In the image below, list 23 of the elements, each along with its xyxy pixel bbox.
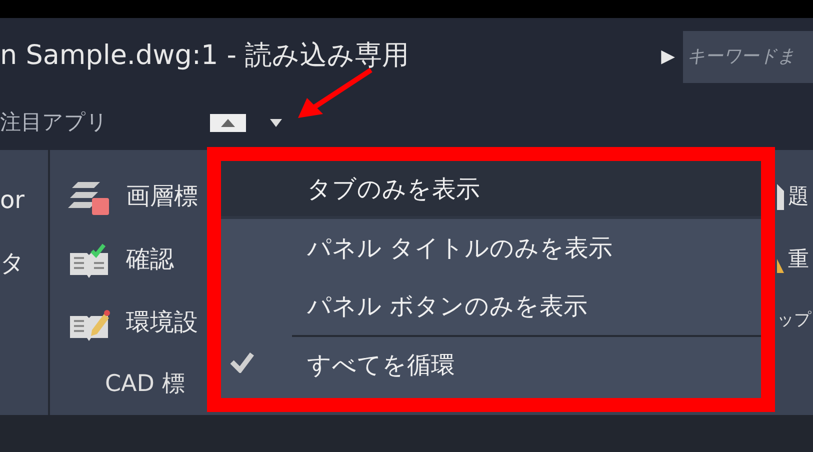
panel-title: ップ bbox=[777, 309, 812, 332]
dropdown-caret-icon[interactable] bbox=[270, 118, 282, 126]
menu-item[interactable]: タブのみを表示 bbox=[221, 161, 761, 219]
ribbon-label[interactable]: or bbox=[0, 186, 25, 214]
menu-item[interactable]: パネル ボタンのみを表示 bbox=[221, 277, 761, 335]
minimize-ribbon-button[interactable] bbox=[210, 114, 246, 132]
ribbon-label[interactable]: 環境設 bbox=[126, 310, 198, 334]
window-title: n Sample.dwg:1 - 読み込み専用 bbox=[0, 39, 410, 74]
up-triangle-icon bbox=[221, 118, 235, 126]
layers-icon[interactable] bbox=[68, 180, 110, 216]
ribbon-tab[interactable]: 注目アプリ bbox=[0, 106, 210, 138]
ribbon-label[interactable]: 確認 bbox=[126, 247, 174, 271]
menu-item[interactable]: パネル タイトルのみを表示 bbox=[221, 219, 761, 277]
check-icon bbox=[229, 351, 255, 373]
search-field[interactable]: キーワードま bbox=[683, 30, 813, 82]
book-check-icon[interactable] bbox=[68, 243, 110, 279]
menu-item[interactable]: すべてを循環 bbox=[221, 337, 761, 392]
panel-title: CAD 標 bbox=[105, 370, 186, 399]
ribbon-label[interactable]: 題 bbox=[788, 186, 809, 207]
ribbon-label[interactable]: 画層標 bbox=[126, 184, 198, 208]
expand-arrow[interactable]: ▶ bbox=[661, 43, 675, 70]
ribbon-label[interactable]: タ bbox=[0, 249, 25, 277]
ribbon-label[interactable]: 重 bbox=[788, 249, 809, 270]
